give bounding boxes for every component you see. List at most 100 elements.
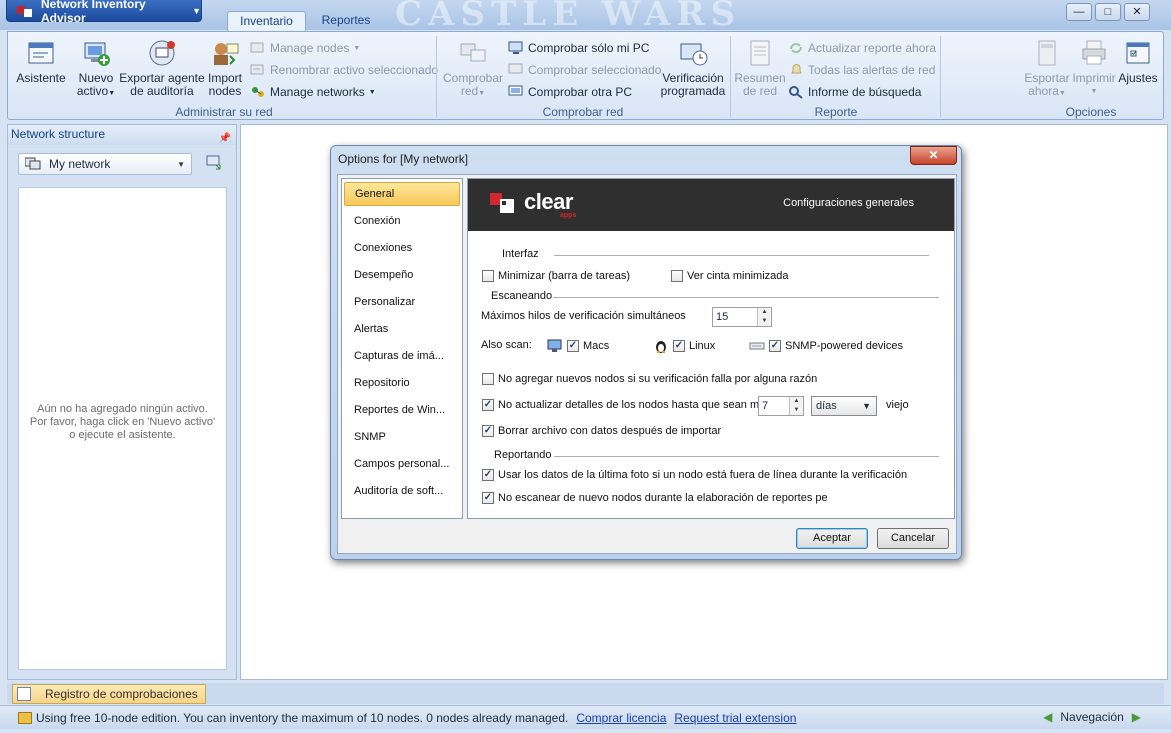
comprobar-solo-button[interactable]: Comprobar sólo mi PC: [508, 39, 649, 57]
verificacion-programada-button[interactable]: Verificación programada: [658, 38, 728, 98]
manage-networks-label: Manage networks: [270, 85, 365, 99]
cancel-button[interactable]: Cancelar: [877, 528, 949, 549]
app-menu-button[interactable]: Network Inventory Advisor ▼: [6, 0, 202, 25]
other-pc-icon: [508, 85, 524, 99]
empty-message: Aún no ha agregado ningún activo. Por fa…: [19, 403, 226, 442]
exportar-agente-button[interactable]: Exportar agente de auditoría: [118, 38, 206, 98]
usar-datos-checkbox[interactable]: ✓: [482, 469, 494, 481]
dialog-close-button[interactable]: ✕: [910, 146, 957, 165]
tab-reportes[interactable]: Reportes: [310, 11, 382, 32]
spin-down-icon[interactable]: ▼: [789, 406, 803, 415]
borrar-label: Borrar archivo con datos después de impo…: [498, 425, 722, 437]
viejo-label: viejo: [886, 399, 909, 411]
close-window-button[interactable]: ✕: [1124, 3, 1150, 21]
linux-option[interactable]: ✓ Linux: [653, 339, 715, 353]
options-dialog: Options for [My network] ✕ General Conex…: [330, 145, 962, 560]
alertas-red-button[interactable]: Todas las alertas de red: [788, 61, 935, 79]
import-nodes-icon: [210, 38, 240, 68]
maximize-button[interactable]: □: [1095, 3, 1121, 21]
borrar-checkbox[interactable]: ✓: [482, 425, 494, 437]
network-tree-icon[interactable]: [206, 155, 224, 171]
dias-spinner[interactable]: 7 ▲ ▼: [758, 396, 804, 416]
manage-nodes-button[interactable]: Manage nodes ▼: [250, 39, 360, 57]
imprimir-button[interactable]: Imprimir ▼: [1072, 38, 1116, 98]
chevron-down-icon: ▼: [108, 90, 116, 97]
comprobar-otra-button[interactable]: Comprobar otra PC: [508, 83, 632, 101]
borrar-option[interactable]: ✓ Borrar archivo con datos después de im…: [482, 425, 721, 437]
category-auditoria[interactable]: Auditoría de soft...: [344, 479, 460, 503]
no-agregar-checkbox[interactable]: [482, 373, 494, 385]
category-repositorio[interactable]: Repositorio: [344, 371, 460, 395]
check-log-tab[interactable]: Registro de comprobaciones: [12, 684, 206, 704]
no-escanear-option[interactable]: ✓ No escanear de nuevo nodos durante la …: [482, 492, 827, 504]
category-conexiones[interactable]: Conexiones: [344, 236, 460, 260]
spin-down-icon[interactable]: ▼: [757, 317, 771, 326]
new-asset-icon: [81, 38, 111, 68]
no-escanear-checkbox[interactable]: ✓: [482, 492, 494, 504]
spin-up-icon[interactable]: ▲: [757, 308, 771, 317]
no-actualizar-checkbox[interactable]: ✓: [482, 399, 494, 411]
minimize-button[interactable]: —: [1066, 3, 1092, 21]
tab-inventario[interactable]: Inventario: [227, 11, 306, 32]
category-conexion[interactable]: Conexión: [344, 209, 460, 233]
exportar-ahora-button[interactable]: Esportar ahora▼: [1024, 38, 1070, 100]
arrow-left-icon[interactable]: ◀: [1043, 710, 1052, 724]
max-hilos-spinner[interactable]: 15 ▲ ▼: [712, 307, 772, 327]
chevron-down-icon: ▼: [192, 5, 201, 16]
group-separator: [940, 36, 941, 118]
manage-networks-button[interactable]: Manage networks ▼: [250, 83, 376, 101]
category-reportes-win[interactable]: Reportes de Win...: [344, 398, 460, 422]
macs-option[interactable]: ✓ Macs: [547, 339, 609, 353]
comprobar-red-button[interactable]: Comprobar red▼: [442, 38, 504, 100]
panel-title: Network structure: [11, 127, 106, 141]
group-separator: [730, 36, 731, 118]
category-general[interactable]: General: [344, 182, 460, 206]
arrow-right-icon[interactable]: ▶: [1132, 710, 1141, 724]
no-agregar-option[interactable]: No agregar nuevos nodos si su verificaci…: [482, 373, 817, 385]
resumen-red-button[interactable]: Resumen de red: [734, 38, 786, 98]
network-dropdown[interactable]: My network ▼: [18, 153, 192, 175]
max-hilos-value: 15: [716, 311, 729, 323]
accept-button[interactable]: Aceptar: [796, 528, 868, 549]
minimizar-checkbox[interactable]: [482, 270, 494, 282]
empty-message-line: o ejecute el asistente.: [69, 429, 176, 441]
comprobar-seleccionado-button[interactable]: Comprobar seleccionado: [508, 61, 661, 79]
settings-banner: clear apps Configuraciones generales: [468, 179, 954, 231]
cinta-checkbox[interactable]: [671, 270, 683, 282]
status-bar: Using free 10-node edition. You can inve…: [0, 705, 1171, 729]
title-bar: CASTLE WARS Network Inventory Advisor ▼ …: [0, 0, 1171, 31]
dias-unit-select[interactable]: días ▼: [811, 396, 877, 416]
asset-tree[interactable]: Aún no ha agregado ningún activo. Por fa…: [18, 187, 227, 670]
category-snmp[interactable]: SNMP: [344, 425, 460, 449]
snmp-checkbox[interactable]: ✓: [769, 340, 781, 352]
category-campos[interactable]: Campos personal...: [344, 452, 460, 476]
informe-busqueda-button[interactable]: Informe de búsqueda: [788, 83, 921, 101]
linux-penguin-icon: [653, 339, 669, 353]
nuevo-activo-button[interactable]: Nuevo activo▼: [74, 38, 118, 100]
trial-extension-link[interactable]: Request trial extension: [674, 711, 796, 725]
linux-checkbox[interactable]: ✓: [673, 340, 685, 352]
no-actualizar-option[interactable]: ✓ No actualizar detalles de los nodos ha…: [482, 399, 784, 411]
snmp-option[interactable]: ✓ SNMP-powered devices: [749, 339, 903, 353]
spin-up-icon[interactable]: ▲: [789, 397, 803, 406]
asistente-button[interactable]: Asistente: [14, 38, 68, 85]
renombrar-button[interactable]: Renombrar activo seleccionado: [250, 61, 438, 79]
category-capturas[interactable]: Capturas de imá...: [344, 344, 460, 368]
macs-checkbox[interactable]: ✓: [567, 340, 579, 352]
actualizar-reporte-button[interactable]: Actualizar reporte ahora: [788, 39, 936, 57]
buy-license-link[interactable]: Comprar licencia: [576, 711, 666, 725]
minimizar-option[interactable]: Minimizar (barra de tareas): [482, 270, 630, 282]
informe-label: Informe de búsqueda: [808, 85, 922, 99]
import-nodes-button[interactable]: Import nodes: [206, 38, 244, 98]
category-alertas[interactable]: Alertas: [344, 317, 460, 341]
ajustes-button[interactable]: Ajustes: [1118, 38, 1158, 85]
navigation-label[interactable]: Navegación: [1060, 710, 1123, 724]
panel-header: Network structure 📌: [8, 125, 236, 145]
pin-icon[interactable]: 📌: [219, 129, 231, 148]
chevron-down-icon: ▼: [1090, 88, 1098, 95]
app-logo-icon: [15, 3, 35, 19]
usar-datos-option[interactable]: ✓ Usar los datos de la última foto si un…: [482, 469, 907, 481]
category-desempeno[interactable]: Desempeño: [344, 263, 460, 287]
cinta-option[interactable]: Ver cinta minimizada: [671, 270, 789, 282]
category-personalizar[interactable]: Personalizar: [344, 290, 460, 314]
